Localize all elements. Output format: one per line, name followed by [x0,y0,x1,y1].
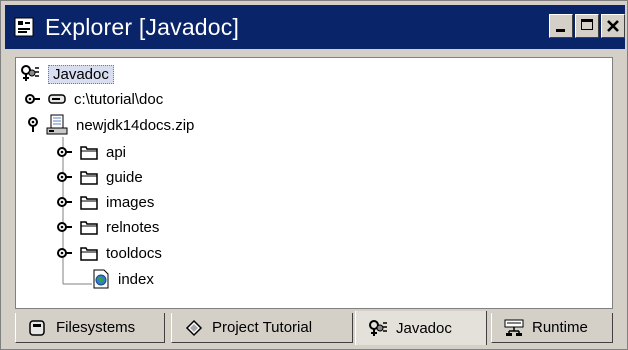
tree-node-document[interactable]: index [92,267,154,291]
explorer-tree[interactable]: Javadoc c:\tutorial\doc newjdk14docs.zip… [15,57,613,309]
javadoc-icon [20,64,40,84]
explorer-app-icon [13,16,35,38]
tree-node-filesystem[interactable]: c:\tutorial\doc [24,87,163,111]
explorer-tabs: Filesystems Project Tutorial Javadoc Run… [15,311,627,347]
folder-icon [80,219,98,235]
expand-handle-icon[interactable] [56,193,74,211]
tree-node-label: images [106,193,155,211]
folder-icon [80,245,98,261]
tree-root-javadoc[interactable]: Javadoc [20,62,114,86]
tab-runtime[interactable]: Runtime [491,313,613,343]
tree-node-label: Javadoc [48,64,114,84]
tree-node-label: tooldocs [106,244,162,262]
folder-icon [80,194,98,210]
expand-handle-icon[interactable] [56,244,74,262]
tab-javadoc[interactable]: Javadoc [355,311,487,345]
tab-filesystems[interactable]: Filesystems [15,313,165,343]
explorer-window: Explorer [Javadoc] Javadoc c:\tutorial\d… [0,0,628,350]
tab-label: Project Tutorial [212,319,313,336]
tab-label: Runtime [532,319,588,336]
tree-node-label: c:\tutorial\doc [74,90,164,108]
expand-handle-icon[interactable] [24,90,42,108]
html-document-icon [92,269,110,289]
tree-node-zip[interactable]: newjdk14docs.zip [24,113,194,137]
runtime-icon [504,319,524,337]
zip-archive-icon [46,114,68,136]
tree-node-folder[interactable]: relnotes [56,215,159,239]
tree-node-folder[interactable]: images [56,190,154,214]
tree-node-folder[interactable]: tooldocs [56,241,162,265]
window-controls [549,14,625,38]
tab-project-tutorial[interactable]: Project Tutorial [171,313,353,343]
minimize-button[interactable] [549,14,573,38]
collapse-handle-icon[interactable] [24,116,42,134]
tab-label: Javadoc [396,319,452,337]
maximize-icon [581,19,593,30]
tree-node-label: newjdk14docs.zip [76,116,195,134]
folder-icon [80,144,98,160]
tree-node-label: api [106,143,127,161]
expand-handle-icon[interactable] [56,218,74,236]
tree-node-folder[interactable]: api [56,140,126,164]
folder-icon [80,169,98,185]
drive-icon [48,91,66,107]
filesystems-icon [28,319,48,337]
close-button[interactable] [601,14,625,38]
expand-handle-icon[interactable] [56,168,74,186]
tree-node-label: guide [106,168,143,186]
tree-node-label: relnotes [106,218,160,236]
expand-handle-icon[interactable] [56,143,74,161]
maximize-button[interactable] [575,14,599,38]
javadoc-icon [368,319,388,337]
close-icon [607,20,619,32]
tab-label: Filesystems [56,319,136,336]
window-title: Explorer [Javadoc] [45,13,240,40]
minimize-icon [556,29,565,32]
tree-node-label: index [118,270,154,288]
title-bar[interactable]: Explorer [Javadoc] [5,5,625,49]
project-icon [184,319,204,337]
tree-node-folder[interactable]: guide [56,165,143,189]
